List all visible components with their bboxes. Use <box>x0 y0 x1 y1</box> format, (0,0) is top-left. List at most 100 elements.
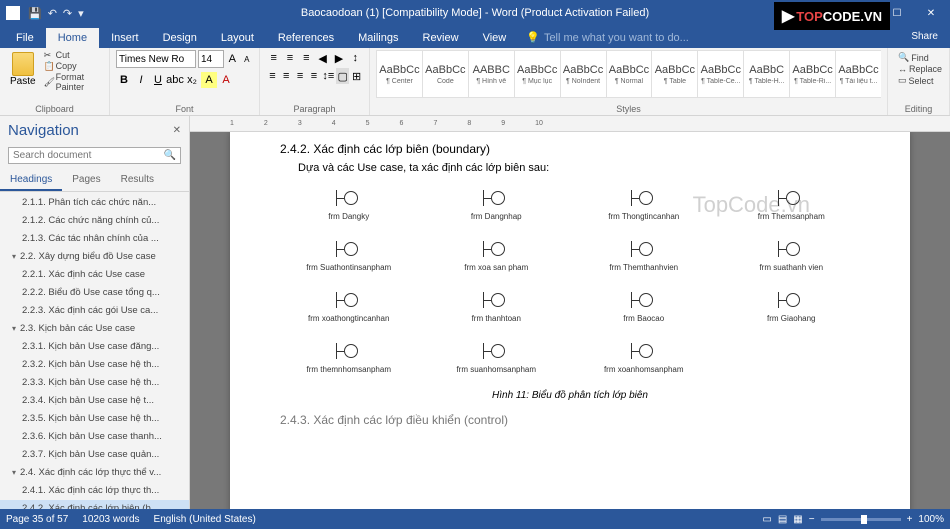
tab-review[interactable]: Review <box>411 28 471 48</box>
style-item[interactable]: AaBbCc¶ Tài liệu t... <box>835 50 881 98</box>
copy-button[interactable]: 📋Copy <box>44 61 103 71</box>
view-print-icon[interactable]: ▤ <box>778 514 787 525</box>
tree-item[interactable]: 2.1.3. Các tác nhân chính của ... <box>0 230 189 248</box>
style-item[interactable]: AaBbCc¶ Mục lục <box>514 50 561 98</box>
paste-button[interactable]: Paste <box>6 50 40 92</box>
nav-tab-pages[interactable]: Pages <box>62 170 110 191</box>
subscript-button[interactable]: x₂ <box>184 72 200 88</box>
status-language[interactable]: English (United States) <box>154 514 256 525</box>
align-left-button[interactable]: ≡ <box>266 68 279 84</box>
view-web-icon[interactable]: ▦ <box>793 514 802 525</box>
search-icon[interactable]: 🔍 <box>160 148 180 163</box>
document-area[interactable]: 12345678910 TopCode.vn 2.4.2. Xác định c… <box>190 116 950 509</box>
view-read-icon[interactable]: ▭ <box>762 514 771 525</box>
select-button[interactable]: ▭Select <box>898 75 939 86</box>
align-center-button[interactable]: ≡ <box>280 68 293 84</box>
style-item[interactable]: AaBbCc¶ Normal <box>606 50 653 98</box>
underline-button[interactable]: U <box>150 72 166 88</box>
bullets-button[interactable]: ≡ <box>266 50 281 66</box>
style-item[interactable]: AaBbCc¶ Table <box>651 50 698 98</box>
tree-item[interactable]: ▾2.4. Xác định các lớp thực thể v... <box>0 464 189 482</box>
strike-button[interactable]: abc <box>167 72 183 88</box>
italic-button[interactable]: I <box>133 72 149 88</box>
status-words[interactable]: 10203 words <box>82 514 139 525</box>
style-item[interactable]: AaBbCc¶ Center <box>376 50 423 98</box>
tab-mailings[interactable]: Mailings <box>346 28 410 48</box>
nav-tab-results[interactable]: Results <box>111 170 164 191</box>
replace-button[interactable]: ↔Replace <box>898 64 939 74</box>
align-right-button[interactable]: ≡ <box>294 68 307 84</box>
boundary-class: frm Baocao <box>575 290 713 323</box>
decrease-indent-button[interactable]: ◀ <box>315 50 330 66</box>
tree-item[interactable]: 2.4.1. Xác định các lớp thực th... <box>0 482 189 500</box>
zoom-out-icon[interactable]: − <box>809 514 815 525</box>
nav-tree[interactable]: 2.1.1. Phân tích các chức năn...2.1.2. C… <box>0 192 189 509</box>
grow-font-icon[interactable]: A <box>226 51 239 67</box>
style-item[interactable]: AABBC¶ Hình vẽ <box>468 50 515 98</box>
style-item[interactable]: AaBbCc¶ NoIndent <box>560 50 607 98</box>
cut-button[interactable]: ✂Cut <box>44 50 103 60</box>
tree-item[interactable]: ▾2.3. Kịch bản các Use case <box>0 320 189 338</box>
tab-references[interactable]: References <box>266 28 346 48</box>
tab-design[interactable]: Design <box>151 28 209 48</box>
justify-button[interactable]: ≡ <box>308 68 321 84</box>
nav-search-input[interactable] <box>9 148 160 163</box>
paste-icon <box>12 52 34 76</box>
tab-view[interactable]: View <box>471 28 519 48</box>
shrink-font-icon[interactable]: A <box>241 51 254 67</box>
tree-item[interactable]: 2.2.3. Xác định các gói Use ca... <box>0 302 189 320</box>
tree-item[interactable]: 2.2.1. Xác định các Use case <box>0 266 189 284</box>
tree-item[interactable]: 2.3.1. Kịch bản Use case đăng... <box>0 338 189 356</box>
line-spacing-button[interactable]: ↕≡ <box>321 68 335 84</box>
tree-item[interactable]: 2.3.5. Kịch bản Use case hệ th... <box>0 410 189 428</box>
tree-item[interactable]: 2.2.2. Biểu đồ Use case tổng q... <box>0 284 189 302</box>
ruler[interactable]: 12345678910 <box>190 116 950 132</box>
document-page: TopCode.vn 2.4.2. Xác định các lớp biên … <box>230 132 910 509</box>
font-color-button[interactable]: A <box>218 72 234 88</box>
tell-me-search[interactable]: 💡Tell me what you want to do... <box>518 27 697 48</box>
qat-customize-icon[interactable]: ▾ <box>78 7 84 20</box>
style-item[interactable]: AaBbCc¶ Table-Ri... <box>789 50 836 98</box>
tab-layout[interactable]: Layout <box>209 28 266 48</box>
tree-item[interactable]: 2.3.2. Kịch bản Use case hệ th... <box>0 356 189 374</box>
qat-save-icon[interactable]: 💾 <box>28 7 42 20</box>
font-name-select[interactable] <box>116 50 196 68</box>
nav-close-icon[interactable]: ✕ <box>173 125 181 136</box>
zoom-in-icon[interactable]: + <box>907 514 913 525</box>
tree-item[interactable]: 2.4.2. Xác định các lớp biên (b... <box>0 500 189 509</box>
sort-button[interactable]: ↕ <box>348 50 363 66</box>
tree-item[interactable]: 2.3.4. Kịch bản Use case hệ t... <box>0 392 189 410</box>
increase-indent-button[interactable]: ▶ <box>331 50 346 66</box>
tab-home[interactable]: Home <box>46 28 99 48</box>
share-button[interactable]: Share <box>903 28 946 45</box>
tab-insert[interactable]: Insert <box>99 28 151 48</box>
shading-button[interactable]: ▢ <box>336 68 349 84</box>
status-page[interactable]: Page 35 of 57 <box>6 514 68 525</box>
zoom-level[interactable]: 100% <box>918 514 944 525</box>
qat-undo-icon[interactable]: ↶ <box>48 7 57 20</box>
tab-file[interactable]: File <box>4 28 46 48</box>
tree-item[interactable]: ▾2.2. Xây dựng biểu đồ Use case <box>0 248 189 266</box>
multilevel-button[interactable]: ≡ <box>299 50 314 66</box>
find-button[interactable]: 🔍Find <box>898 52 939 63</box>
borders-button[interactable]: ⊞ <box>350 68 363 84</box>
boundary-class: frm Thongtincanhan <box>575 188 713 221</box>
tree-item[interactable]: 2.3.3. Kịch bản Use case hệ th... <box>0 374 189 392</box>
qat-redo-icon[interactable]: ↷ <box>63 7 72 20</box>
numbering-button[interactable]: ≡ <box>282 50 297 66</box>
tree-item[interactable]: 2.1.1. Phân tích các chức năn... <box>0 194 189 212</box>
nav-tab-headings[interactable]: Headings <box>0 170 62 191</box>
tree-item[interactable]: 2.3.6. Kịch bản Use case thanh... <box>0 428 189 446</box>
tree-item[interactable]: 2.1.2. Các chức năng chính củ... <box>0 212 189 230</box>
style-item[interactable]: AaBbC¶ Table-H... <box>743 50 790 98</box>
zoom-slider[interactable] <box>821 518 901 521</box>
bold-button[interactable]: B <box>116 72 132 88</box>
style-item[interactable]: AaBbCc¶ Table-Ce... <box>697 50 744 98</box>
nav-search[interactable]: 🔍 <box>8 147 181 164</box>
highlight-button[interactable]: A <box>201 72 217 88</box>
font-size-select[interactable] <box>198 50 224 68</box>
close-icon[interactable]: ✕ <box>916 0 946 26</box>
format-painter-button[interactable]: 🖌Format Painter <box>44 72 103 92</box>
style-item[interactable]: AaBbCcCode <box>422 50 469 98</box>
tree-item[interactable]: 2.3.7. Kịch bản Use case quản... <box>0 446 189 464</box>
